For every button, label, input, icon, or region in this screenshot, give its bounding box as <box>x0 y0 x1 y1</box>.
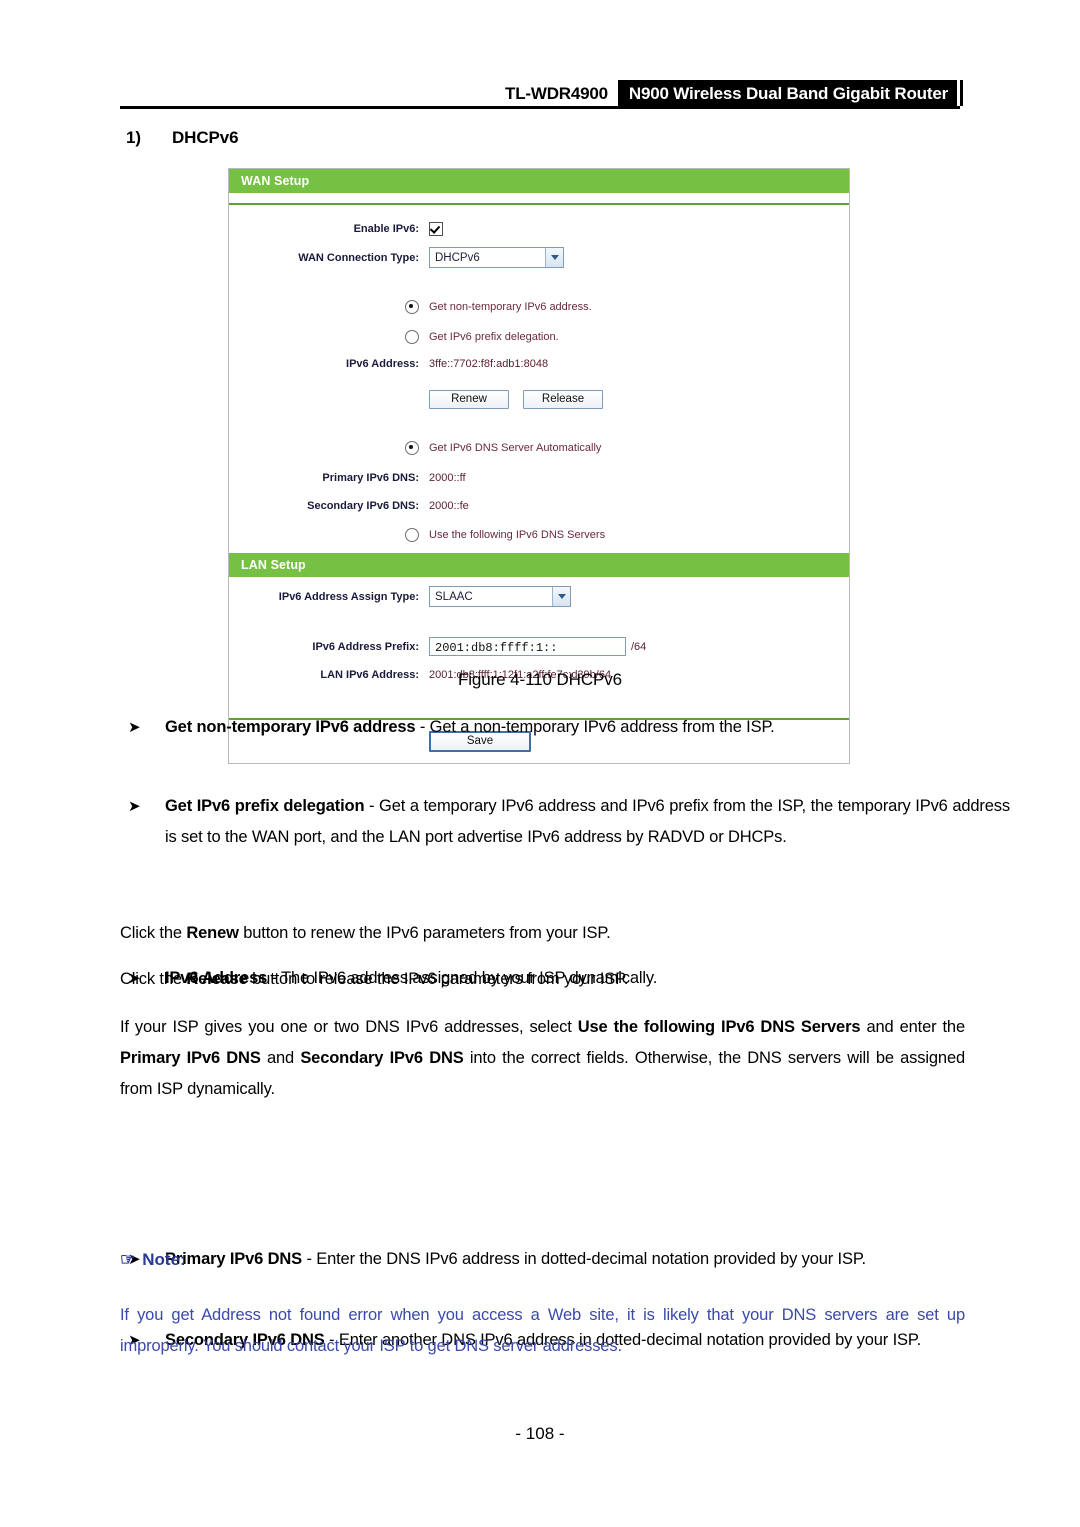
secondary-dns-row: Secondary IPv6 DNS: 2000::fe <box>229 494 849 517</box>
release-emphasis: Release <box>186 970 248 988</box>
bullet-get-nontemporary: ➤ Get non-temporary IPv6 address - Get a… <box>120 712 1010 743</box>
dns-auto-row: Get IPv6 DNS Server Automatically <box>229 436 849 459</box>
bullet-arrow-icon: ➤ <box>128 798 141 815</box>
get-nontemporary-row: Get non-temporary IPv6 address. <box>229 295 849 318</box>
get-nontemporary-radio-cell <box>229 299 429 314</box>
paragraph-text: If your ISP gives you one or two DNS IPv… <box>120 1018 578 1036</box>
assign-type-label: IPv6 Address Assign Type: <box>278 590 419 603</box>
bullet-primary-dns: ➤ Primary IPv6 DNS - Enter the DNS IPv6 … <box>120 1244 1010 1275</box>
assign-type-row: IPv6 Address Assign Type: SLAAC <box>229 585 849 608</box>
paragraph-text: and enter the <box>860 1018 965 1036</box>
bullet-get-prefix-delegation: ➤ Get IPv6 prefix delegation - Get a tem… <box>120 791 1010 853</box>
wan-setup-body: Enable IPv6: WAN Connection Type: DHCPv6… <box>229 193 849 553</box>
bullet-arrow-icon: ➤ <box>128 719 141 736</box>
enable-ipv6-label: Enable IPv6: <box>353 222 419 235</box>
wan-connection-type-label: WAN Connection Type: <box>298 251 419 264</box>
renew-release-row: Renew Release <box>229 388 849 411</box>
use-following-dns-radio[interactable] <box>405 527 419 542</box>
wan-connection-type-value: DHCPv6 <box>435 252 480 264</box>
dns-emphasis-3: Secondary IPv6 DNS <box>300 1049 464 1067</box>
secondary-dns-label: Secondary IPv6 DNS: <box>307 499 419 512</box>
ipv6-address-value: 3ffe::7702:f8f:adb1:8048 <box>429 357 549 370</box>
paragraph-text: Click the <box>120 970 187 988</box>
figure-caption: Figure 4-110 DHCPv6 <box>457 670 623 689</box>
dns-auto-radio-cell <box>229 440 429 455</box>
model-name: TL-WDR4900 <box>505 84 608 103</box>
bullet-term: Get IPv6 prefix delegation <box>165 797 365 815</box>
wan-connection-type-row: WAN Connection Type: DHCPv6 <box>229 246 849 269</box>
use-following-dns-label: Use the following IPv6 DNS Servers <box>429 528 606 541</box>
pointing-hand-icon: ☞ <box>120 1250 136 1269</box>
paragraph-dns-instructions: If your ISP gives you one or two DNS IPv… <box>120 1012 965 1105</box>
paragraph-text: button to release the IPv6 parameters fr… <box>247 970 629 988</box>
paragraph-release: Click the Release button to release the … <box>120 964 965 995</box>
note-heading: ☞ Note: <box>120 1250 186 1270</box>
get-dns-automatically-radio[interactable] <box>405 440 419 455</box>
paragraph-renew: Click the Renew button to renew the IPv6… <box>120 918 965 949</box>
dns-emphasis-1: Use the following IPv6 DNS Servers <box>577 1018 861 1036</box>
dns-emphasis-2: Primary IPv6 DNS <box>120 1049 261 1067</box>
ipv6-prefix-input[interactable]: 2001:db8:ffff:1:: <box>429 637 626 656</box>
note-label: Note: <box>142 1250 186 1269</box>
dns-manual-row: Use the following IPv6 DNS Servers <box>229 523 849 546</box>
ipv6-address-label: IPv6 Address: <box>346 357 419 370</box>
dns-field-overlay <box>553 353 783 385</box>
secondary-dns-value: 2000::fe <box>429 499 469 512</box>
product-name-badge: N900 Wireless Dual Band Gigabit Router <box>617 80 960 106</box>
primary-dns-value: 2000::ff <box>429 471 466 484</box>
chevron-down-icon <box>552 587 570 606</box>
assign-type-select[interactable]: SLAAC <box>429 586 571 607</box>
renew-emphasis: Renew <box>186 924 239 942</box>
bullet-term: Get non-temporary IPv6 address <box>165 718 416 736</box>
get-nontemporary-label: Get non-temporary IPv6 address. <box>429 300 592 313</box>
section-title: DHCPv6 <box>172 128 239 147</box>
document-page: TL-WDR4900 N900 Wireless Dual Band Gigab… <box>0 0 1080 1527</box>
release-button[interactable]: Release <box>523 390 603 409</box>
primary-dns-label: Primary IPv6 DNS: <box>322 471 419 484</box>
assign-type-value: SLAAC <box>435 591 473 603</box>
page-title: 1) DHCPv6 <box>126 128 239 148</box>
enable-ipv6-row: Enable IPv6: <box>229 217 849 240</box>
note-body: If you get Address not found error when … <box>120 1306 965 1355</box>
lan-setup-header: LAN Setup <box>229 553 849 577</box>
paragraph-text: Click the <box>120 924 187 942</box>
section-number: 1) <box>126 128 141 147</box>
bullet-text: - Get a non-temporary IPv6 address from … <box>415 718 775 736</box>
get-prefix-delegation-radio[interactable] <box>405 329 419 344</box>
get-dns-automatically-label: Get IPv6 DNS Server Automatically <box>429 441 602 454</box>
dns-manual-radio-cell <box>229 527 429 542</box>
renew-button[interactable]: Renew <box>429 390 509 409</box>
paragraph-text: button to renew the IPv6 parameters from… <box>238 924 611 942</box>
prefix-field-overlay <box>669 603 693 623</box>
enable-ipv6-checkbox[interactable] <box>429 221 443 236</box>
page-number: - 108 - <box>515 1424 565 1443</box>
wan-connection-type-select[interactable]: DHCPv6 <box>429 247 564 268</box>
primary-dns-row: Primary IPv6 DNS: 2000::ff <box>229 466 849 489</box>
prefix-length-suffix: /64 <box>631 640 647 653</box>
get-nontemporary-radio[interactable] <box>405 299 419 314</box>
paragraph-text: and <box>260 1049 301 1067</box>
get-prefix-delegation-row: Get IPv6 prefix delegation. <box>229 325 849 348</box>
prefix-label: IPv6 Address Prefix: <box>312 640 419 653</box>
prefix-row: IPv6 Address Prefix: 2001:db8:ffff:1:: /… <box>229 635 849 658</box>
get-prefix-delegation-radio-cell <box>229 329 429 344</box>
bullet-text: - Enter the DNS IPv6 address in dotted-d… <box>302 1250 866 1268</box>
chevron-down-icon <box>545 248 563 267</box>
header-divider <box>120 106 960 109</box>
get-prefix-delegation-label: Get IPv6 prefix delegation. <box>429 330 559 343</box>
wan-setup-header: WAN Setup <box>229 169 849 193</box>
